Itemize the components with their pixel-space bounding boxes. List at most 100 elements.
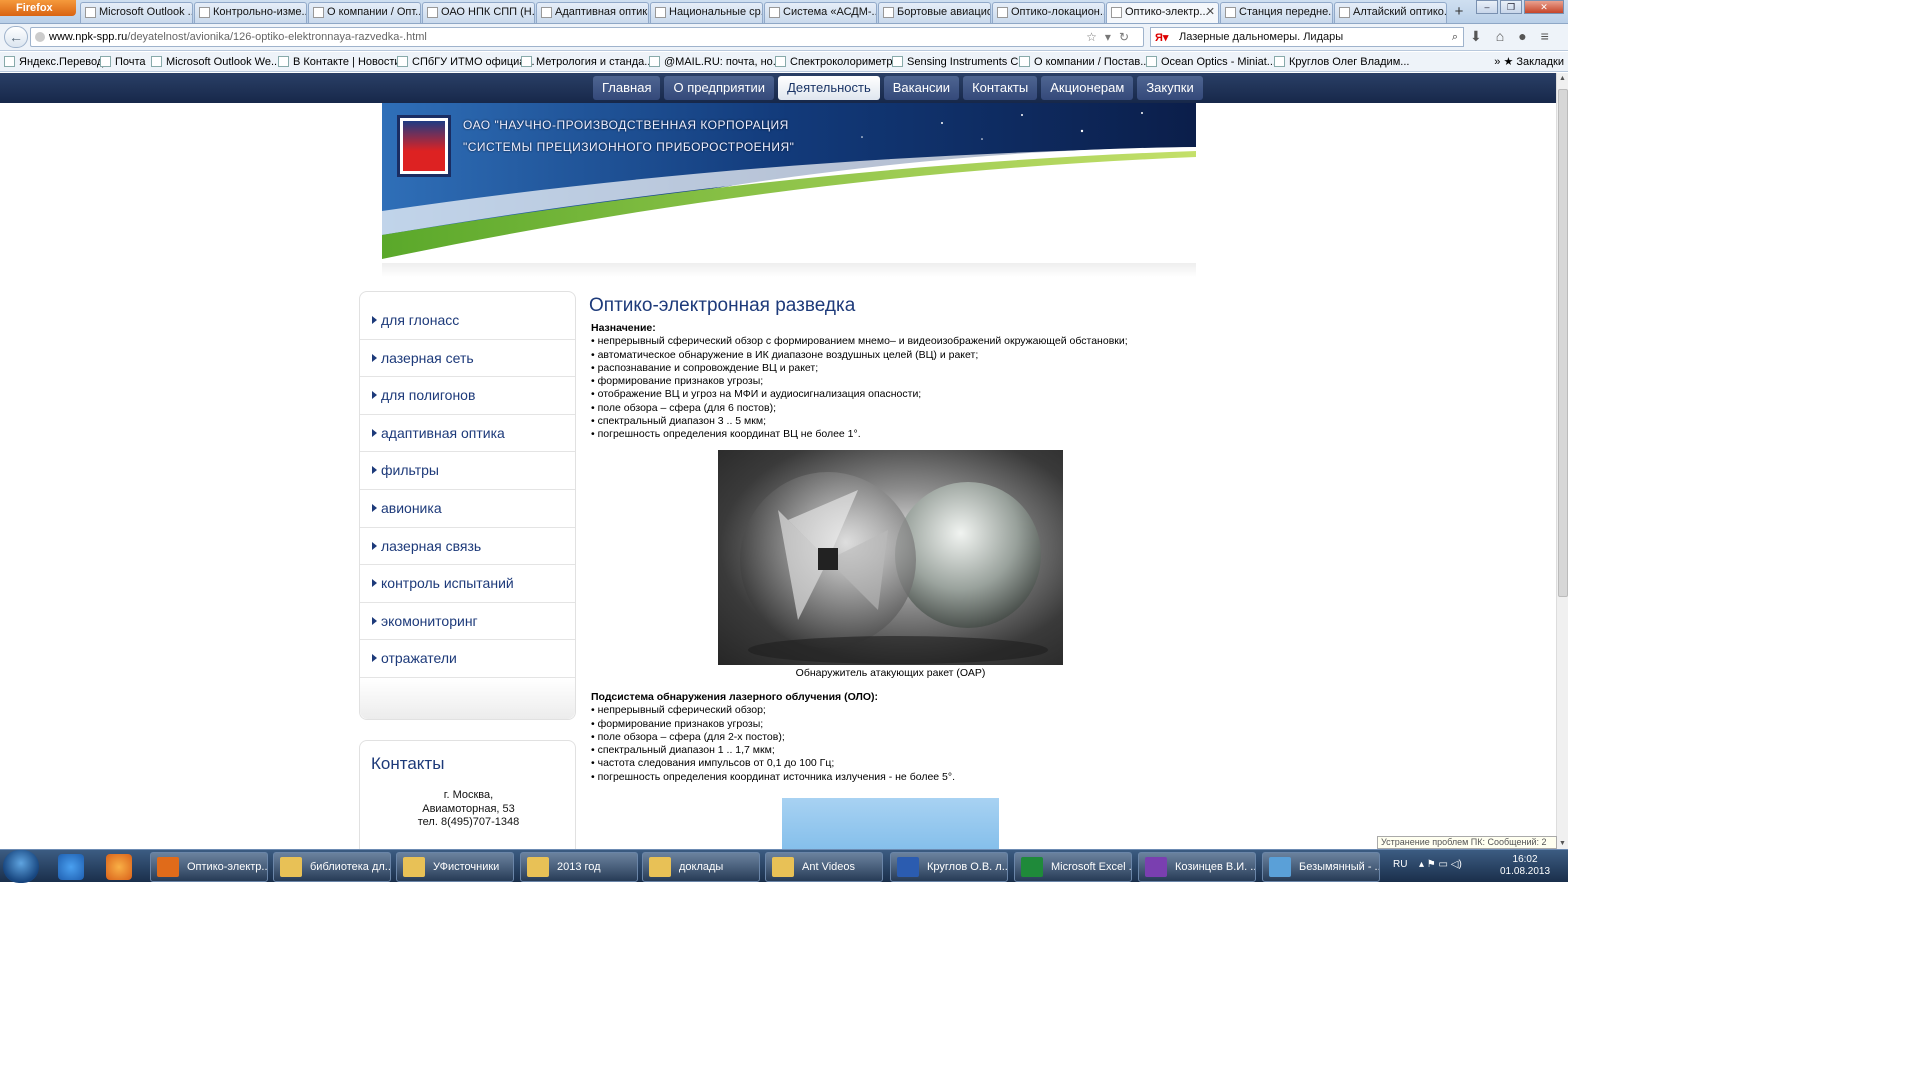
bookmark-item[interactable]: Круглов Олег Владим... xyxy=(1274,52,1409,72)
tray-icons[interactable]: ▴ ⚑ ▭ ◁) xyxy=(1419,859,1462,870)
bookmark-favicon xyxy=(521,56,532,67)
url-path: /deyatelnost/avionika/126-optiko-elektro… xyxy=(127,31,427,43)
media-player-icon[interactable] xyxy=(106,854,132,880)
scrollbar-thumb[interactable] xyxy=(1558,89,1568,597)
sidebar-item[interactable]: экомониторинг xyxy=(360,603,575,641)
browser-tab[interactable]: Алтайский оптико... xyxy=(1334,2,1447,23)
company-logo[interactable] xyxy=(397,115,451,177)
browser-tab[interactable]: Контрольно-изме... xyxy=(194,2,307,23)
bookmarks-folder[interactable]: » ★ Закладки xyxy=(1494,52,1564,72)
sidebar-item[interactable]: лазерная сеть xyxy=(360,340,575,378)
close-tab-icon[interactable]: ✕ xyxy=(1206,3,1215,22)
browser-tab[interactable]: Станция передне... xyxy=(1220,2,1333,23)
nav-item[interactable]: Вакансии xyxy=(883,76,960,100)
sidebar-item[interactable]: адаптивная оптика xyxy=(360,415,575,453)
tab-favicon xyxy=(541,7,552,18)
search-icon[interactable]: ⌕ xyxy=(1452,28,1458,46)
taskbar-item[interactable]: Оптико-электр... xyxy=(150,852,268,882)
taskbar-item[interactable]: УФисточники xyxy=(396,852,514,882)
bookmark-star-icon[interactable]: ☆▾↻ xyxy=(1086,28,1137,46)
bookmark-item[interactable]: О компании / Постав... xyxy=(1019,52,1149,72)
taskbar-item[interactable]: Круглов О.В. л... xyxy=(890,852,1008,882)
clock[interactable]: 16:02 01.08.2013 xyxy=(1500,854,1550,878)
taskbar-item[interactable]: доклады xyxy=(642,852,760,882)
browser-tab[interactable]: Национальные ср... xyxy=(650,2,763,23)
sidebar-item[interactable]: для полигонов xyxy=(360,377,575,415)
browser-tab[interactable]: Бортовые авиацио... xyxy=(878,2,991,23)
nav-item[interactable]: О предприятии xyxy=(664,76,775,100)
taskbar-item[interactable]: Козинцев В.И. ... xyxy=(1138,852,1256,882)
bookmark-item[interactable]: Спектроколориметр xyxy=(775,52,892,72)
sidebar-item[interactable]: фильтры xyxy=(360,452,575,490)
sidebar-item[interactable]: для глонасс xyxy=(360,302,575,340)
bookmark-item[interactable]: Метрология и станда... xyxy=(521,52,653,72)
sidebar-item[interactable]: авионика xyxy=(360,490,575,528)
taskbar-item[interactable]: Безымянный - ... xyxy=(1262,852,1380,882)
tab-favicon xyxy=(1111,7,1122,18)
browser-tab[interactable]: Microsoft Outlook ... xyxy=(80,2,193,23)
search-box[interactable]: Я▾ Лазерные дальномеры. Лидары ⌕ xyxy=(1150,27,1464,47)
taskbar-item[interactable]: Ant Videos xyxy=(765,852,883,882)
bookmark-item[interactable]: Ocean Optics - Miniat... xyxy=(1146,52,1276,72)
bookmark-favicon xyxy=(100,56,111,67)
restore-icon[interactable]: ❐ xyxy=(1500,0,1522,14)
browser-tab[interactable]: Оптико-электр... ✕ xyxy=(1106,2,1219,23)
nav-item[interactable]: Закупки xyxy=(1137,76,1203,100)
firefox-menu-button[interactable]: Firefox xyxy=(0,0,76,16)
bookmark-item[interactable]: Почта xyxy=(100,52,146,72)
addon-icon[interactable]: ● xyxy=(1518,28,1526,45)
sidebar-item[interactable]: контроль испытаний xyxy=(360,565,575,603)
language-indicator[interactable]: RU xyxy=(1393,859,1407,870)
list-item: • формирование признаков угрозы; xyxy=(591,717,764,730)
browser-tab[interactable]: Адаптивная оптика xyxy=(536,2,649,23)
taskbar-item[interactable]: библиотека дл... xyxy=(273,852,391,882)
windows-taskbar: Оптико-электр... библиотека дл... УФисточн… xyxy=(0,849,1568,883)
notification-tooltip[interactable]: Устранение проблем ПК: Сообщений: 2 xyxy=(1377,836,1557,849)
download-icon[interactable]: ⬇ xyxy=(1470,28,1482,45)
scroll-down-icon[interactable]: ▼ xyxy=(1559,840,1566,847)
bookmark-item[interactable]: В Контакте | Новости xyxy=(278,52,401,72)
address-bar[interactable]: www.npk-spp.ru/deyatelnost/avionika/126-… xyxy=(30,27,1144,47)
tab-favicon xyxy=(199,7,210,18)
site-identity-icon[interactable] xyxy=(35,32,45,42)
back-button[interactable]: ← xyxy=(4,26,28,48)
browser-tab[interactable]: Оптико-локацион... xyxy=(992,2,1105,23)
close-window-icon[interactable]: ✕ xyxy=(1524,0,1564,14)
bookmark-item[interactable]: СПбГУ ИТМО официа... xyxy=(397,52,535,72)
bookmark-label: О компании / Постав... xyxy=(1034,56,1150,68)
taskbar-app-icon xyxy=(649,857,671,877)
taskbar-item[interactable]: 2013 год xyxy=(520,852,638,882)
internet-explorer-icon[interactable] xyxy=(58,854,84,880)
sidebar-footer xyxy=(360,679,575,719)
browser-tabbar: Firefox Microsoft Outlook ... Контрольно-… xyxy=(0,0,1568,24)
sidebar-item[interactable]: отражатели xyxy=(360,640,575,678)
clock-date: 01.08.2013 xyxy=(1500,866,1551,877)
browser-tab[interactable]: Система «АСДМ-... xyxy=(764,2,877,23)
page-scrollbar[interactable]: ▲ ▼ xyxy=(1556,73,1568,849)
bookmark-item[interactable]: @MAIL.RU: почта, но... xyxy=(649,52,782,72)
sidebar-item[interactable]: лазерная связь xyxy=(360,528,575,566)
bookmark-item[interactable]: Microsoft Outlook We... xyxy=(151,52,280,72)
bookmark-item[interactable]: Sensing Instruments C... xyxy=(892,52,1027,72)
yandex-icon[interactable]: Я▾ xyxy=(1155,29,1168,47)
taskbar-item-label: Microsoft Excel ... xyxy=(1051,861,1132,873)
list-item: • погрешность определения координат исто… xyxy=(591,770,955,783)
site-top-navigation: Главная О предприятии Деятельность Вакансии… xyxy=(0,73,1556,103)
nav-item[interactable]: Акционерам xyxy=(1041,76,1134,100)
nav-item[interactable]: Деятельность xyxy=(778,76,880,100)
new-tab-button[interactable]: + xyxy=(1448,2,1470,23)
taskbar-app-icon xyxy=(1269,857,1291,877)
browser-tab[interactable]: О компании / Опт... xyxy=(308,2,421,23)
browser-tab[interactable]: ОАО НПК СПП (Н... xyxy=(422,2,535,23)
home-icon[interactable]: ⌂ xyxy=(1496,28,1504,45)
nav-item[interactable]: Контакты xyxy=(963,76,1038,100)
nav-item[interactable]: Главная xyxy=(593,76,661,100)
bookmark-item[interactable]: Яндекс.Перевод xyxy=(4,52,103,72)
scroll-up-icon[interactable]: ▲ xyxy=(1559,75,1566,82)
taskbar-item[interactable]: Microsoft Excel ... xyxy=(1014,852,1132,882)
start-button[interactable] xyxy=(3,850,39,883)
bookmark-favicon xyxy=(4,56,15,67)
menu-icon[interactable]: ≡ xyxy=(1541,28,1549,45)
tab-label: Национальные ср... xyxy=(669,6,763,18)
minimize-icon[interactable]: – xyxy=(1476,0,1498,14)
